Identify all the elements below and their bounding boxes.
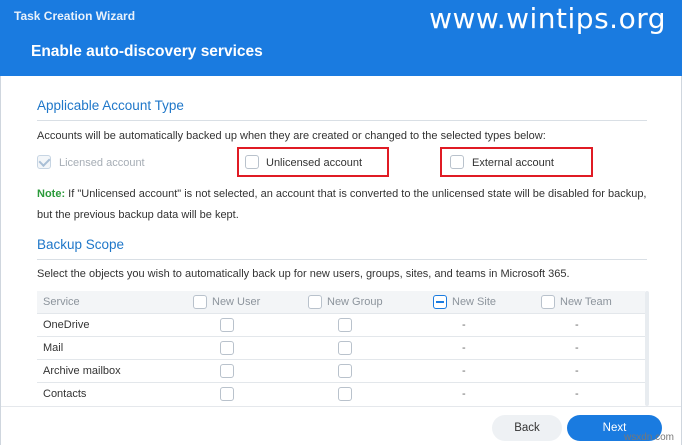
table-row-service: Archive mailbox — [43, 365, 121, 377]
mail-new-group-checkbox[interactable] — [338, 341, 352, 355]
unlicensed-account-checkbox[interactable] — [245, 155, 259, 169]
backup-scope-description: Select the objects you wish to automatic… — [37, 268, 570, 280]
row-divider — [37, 359, 645, 360]
table-scrollbar[interactable] — [645, 291, 649, 406]
column-header-new-user: New User — [212, 296, 261, 308]
onedrive-new-user-checkbox[interactable] — [220, 318, 234, 332]
column-header-new-group: New Group — [327, 296, 383, 308]
onedrive-new-group-checkbox[interactable] — [338, 318, 352, 332]
contacts-new-user-checkbox[interactable] — [220, 387, 234, 401]
section-divider — [37, 259, 647, 260]
mail-new-team-value: - — [575, 342, 579, 354]
table-row-service: OneDrive — [43, 319, 90, 331]
note-text: If "Unlicensed account" is not selected,… — [37, 188, 647, 221]
onedrive-new-team-value: - — [575, 319, 579, 331]
mail-new-user-checkbox[interactable] — [220, 341, 234, 355]
new-team-select-all-checkbox[interactable] — [541, 295, 555, 309]
watermark: www.wintips.org — [429, 2, 666, 35]
wizard-header: Task Creation Wizard www.wintips.org Ena… — [0, 0, 682, 76]
archive-mailbox-new-team-value: - — [575, 365, 579, 377]
archive-mailbox-new-user-checkbox[interactable] — [220, 364, 234, 378]
external-account-label[interactable]: External account — [472, 157, 554, 169]
mail-new-site-value: - — [462, 342, 466, 354]
note-key: Note: — [37, 188, 66, 200]
contacts-new-team-value: - — [575, 388, 579, 400]
section-divider — [37, 120, 647, 121]
licensed-account-checkbox[interactable] — [37, 155, 51, 169]
row-divider — [37, 313, 645, 314]
column-header-service: Service — [43, 296, 80, 308]
column-header-new-team: New Team — [560, 296, 612, 308]
onedrive-new-site-value: - — [462, 319, 466, 331]
section-title-account-type: Applicable Account Type — [37, 98, 184, 113]
contacts-new-group-checkbox[interactable] — [338, 387, 352, 401]
section-title-backup-scope: Backup Scope — [37, 237, 125, 252]
new-group-select-all-checkbox[interactable] — [308, 295, 322, 309]
new-user-select-all-checkbox[interactable] — [193, 295, 207, 309]
account-type-note: Note: If "Unlicensed account" is not sel… — [37, 184, 647, 226]
external-account-checkbox[interactable] — [450, 155, 464, 169]
unlicensed-account-label[interactable]: Unlicensed account — [266, 157, 362, 169]
contacts-new-site-value: - — [462, 388, 466, 400]
archive-mailbox-new-site-value: - — [462, 365, 466, 377]
row-divider — [37, 336, 645, 337]
licensed-account-label: Licensed account — [59, 157, 145, 169]
row-divider — [37, 382, 645, 383]
column-header-new-site: New Site — [452, 296, 497, 308]
site-watermark: wsxdn.com — [623, 432, 674, 443]
table-row-service: Mail — [43, 342, 64, 354]
frame-border-left — [0, 76, 1, 445]
new-site-select-all-checkbox[interactable] — [433, 295, 447, 309]
back-button[interactable]: Back — [492, 415, 562, 441]
archive-mailbox-new-group-checkbox[interactable] — [338, 364, 352, 378]
account-type-description: Accounts will be automatically backed up… — [37, 130, 546, 142]
window-title: Task Creation Wizard — [14, 9, 136, 23]
table-row-service: Contacts — [43, 388, 87, 400]
wizard-title: Enable auto-discovery services — [31, 43, 263, 60]
